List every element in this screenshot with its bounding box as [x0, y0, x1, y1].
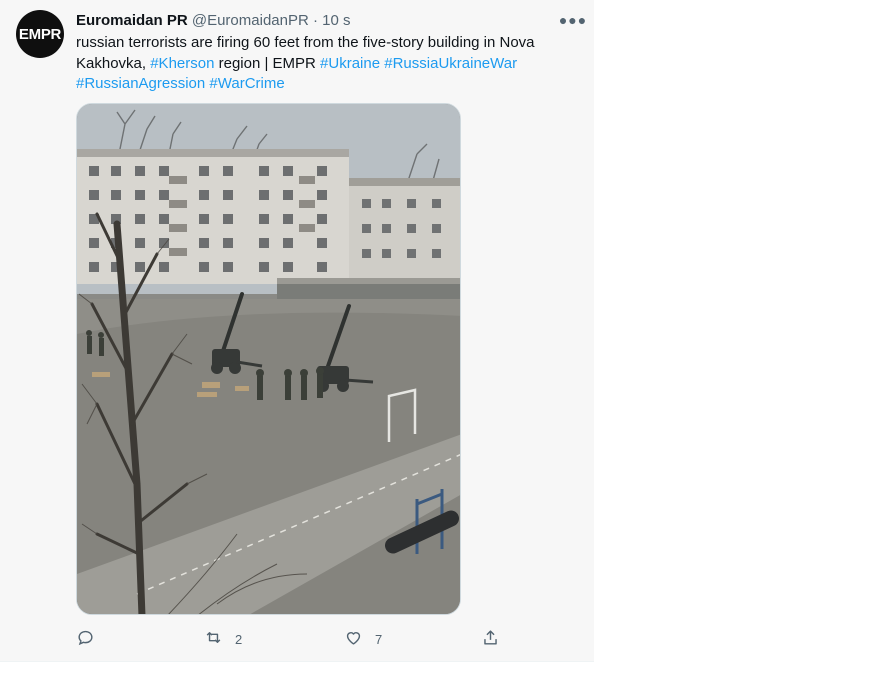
more-icon[interactable]: ●●●: [559, 10, 586, 30]
retweet-count: 2: [235, 631, 243, 647]
reply-icon: [76, 628, 95, 650]
tweet-text: russian terrorists are firing 60 feet fr…: [76, 33, 576, 95]
display-name[interactable]: Euromaidan PR: [76, 12, 188, 29]
hashtag-russianagression-link[interactable]: #RussianAgression: [76, 75, 205, 92]
hashtag-warcrime-link[interactable]: #WarCrime: [209, 75, 284, 92]
heart-icon: [344, 628, 363, 650]
tweet-photo[interactable]: [76, 103, 461, 615]
avatar[interactable]: EMPR: [16, 10, 64, 58]
tweet-actions: 2 7: [76, 624, 506, 654]
hashtag-ukraine-link[interactable]: #Ukraine: [320, 55, 380, 72]
like-count: 7: [375, 631, 383, 647]
timestamp[interactable]: 10 s: [322, 12, 350, 29]
retweet-button[interactable]: 2: [204, 624, 242, 654]
reply-button[interactable]: [76, 624, 95, 654]
separator-dot: ·: [312, 12, 318, 29]
photo-illustration: [77, 104, 460, 614]
share-button[interactable]: [481, 624, 500, 654]
hashtag-russiaukrainewar-link[interactable]: #RussiaUkraineWar: [384, 55, 517, 72]
tweet-text-line2-middle: region | EMPR: [214, 54, 321, 72]
retweet-icon: [204, 628, 223, 650]
tweet-header: Euromaidan PR @EuromaidanPR · 10 s: [76, 11, 351, 30]
like-button[interactable]: 7: [344, 624, 382, 654]
share-icon: [481, 628, 500, 650]
user-handle[interactable]: @EuromaidanPR: [192, 12, 309, 29]
tweet-text-line2-prefix: Kakhovka,: [76, 54, 151, 72]
tweet[interactable]: EMPR Euromaidan PR @EuromaidanPR · 10 s …: [0, 0, 594, 661]
tweet-text-line1: russian terrorists are firing 60 feet fr…: [76, 34, 535, 51]
tweet-divider: [0, 661, 594, 662]
hashtag-kherson-link[interactable]: #Kherson: [150, 55, 214, 72]
avatar-logo-text: EMPR: [18, 25, 62, 43]
